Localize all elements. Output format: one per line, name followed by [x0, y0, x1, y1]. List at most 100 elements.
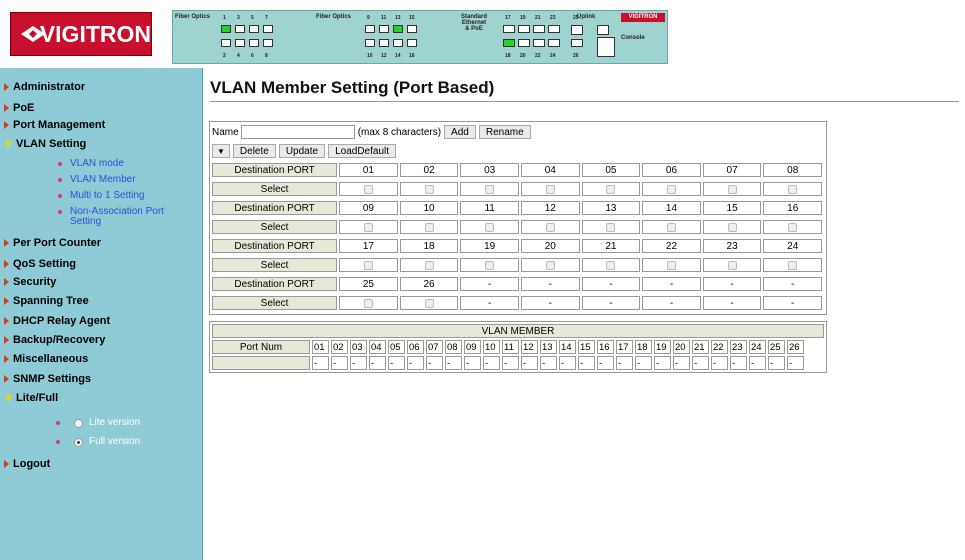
port-select-checkbox[interactable]: [485, 260, 495, 270]
member-port-value: -: [483, 356, 500, 370]
member-port-number: 08: [445, 340, 462, 354]
port-num-label: Port Num: [212, 340, 310, 354]
select-cell: [642, 182, 701, 196]
member-port-number: 17: [616, 340, 633, 354]
sidebar-sub-label: VLAN Member: [70, 174, 136, 185]
full-version-radio[interactable]: [74, 437, 83, 447]
arrow-right-icon: [4, 83, 9, 91]
port-select-checkbox[interactable]: [424, 222, 434, 232]
ethernet-port-icon: [548, 25, 560, 33]
ethernet-port-icon: [533, 25, 545, 33]
sidebar-item-per-port-counter[interactable]: Per Port Counter: [4, 237, 101, 249]
eye-logo-icon: [21, 26, 34, 42]
ethernet-port-icon: [407, 39, 417, 47]
bullet-icon: [58, 178, 62, 182]
sidebar-item-logout[interactable]: Logout: [4, 458, 50, 470]
port-select-checkbox[interactable]: [485, 222, 495, 232]
sidebar-item-administrator[interactable]: Administrator: [4, 81, 85, 93]
sidebar-sub-multi-to-1[interactable]: Multi to 1 Setting: [58, 191, 144, 201]
sidebar-item-vlan-setting[interactable]: VLAN Setting: [4, 138, 86, 150]
main-content: VLAN Member Setting (Port Based) Name (m…: [203, 68, 965, 560]
ethernet-port-icon: [235, 39, 245, 47]
member-port-number: 19: [654, 340, 671, 354]
select-cell: [339, 182, 398, 196]
port-select-checkbox[interactable]: [666, 260, 676, 270]
port-select-checkbox[interactable]: [606, 260, 616, 270]
destination-port-label: Destination PORT: [212, 163, 338, 177]
update-button[interactable]: Update: [278, 144, 326, 158]
port-select-checkbox[interactable]: [424, 260, 434, 270]
port-number-cell: 24: [763, 239, 823, 253]
destination-port-row: Destination PORT 17 18 19 20 21 22 23 24: [212, 238, 824, 254]
sidebar-item-label: Spanning Tree: [13, 295, 89, 307]
sidebar-sub-non-association[interactable]: Non-Association Port Setting: [58, 207, 178, 227]
sidebar-item-qos-setting[interactable]: QoS Setting: [4, 258, 76, 270]
panel-mini-logo: VIGITRON: [621, 13, 665, 22]
sidebar-item-label: Miscellaneous: [13, 353, 89, 365]
sidebar-sub-vlan-member[interactable]: VLAN Member: [58, 175, 136, 185]
port-select-checkbox[interactable]: [485, 184, 495, 194]
sidebar-item-snmp-settings[interactable]: SNMP Settings: [4, 373, 91, 385]
vlan-member-table: VLAN MEMBER Port Num 01 02 03 04 05 06 07 08 09 1…: [209, 321, 827, 373]
sidebar-item-lite-full[interactable]: Lite/Full: [4, 392, 58, 404]
member-port-number: 20: [673, 340, 690, 354]
port-select-checkbox[interactable]: [727, 222, 737, 232]
select-row: Select: [212, 257, 824, 273]
port-select-checkbox[interactable]: [545, 222, 555, 232]
port-select-checkbox[interactable]: [727, 260, 737, 270]
port-select-checkbox[interactable]: [788, 222, 798, 232]
ethernet-port-icon: [263, 25, 273, 33]
sidebar-item-spanning-tree[interactable]: Spanning Tree: [4, 295, 89, 307]
port-number-cell: 12: [520, 201, 580, 215]
rename-button[interactable]: Rename: [478, 125, 531, 139]
port-select-checkbox[interactable]: [545, 260, 555, 270]
port-select-checkbox[interactable]: [424, 184, 434, 194]
full-version-label: Full version: [89, 436, 141, 447]
destination-port-row: Destination PORT 25 26- - - - - -: [212, 276, 824, 292]
loaddefault-button[interactable]: LoadDefault: [328, 144, 397, 158]
port-select-checkbox[interactable]: [727, 184, 737, 194]
sidebar-item-backup-recovery[interactable]: Backup/Recovery: [4, 334, 105, 346]
port-select-checkbox[interactable]: [606, 184, 616, 194]
port-select-checkbox[interactable]: [363, 222, 373, 232]
port-number-cell: 04: [520, 163, 580, 177]
lite-version-option[interactable]: Lite version: [56, 418, 140, 428]
port-select-checkbox[interactable]: [666, 184, 676, 194]
port-select-checkbox[interactable]: [788, 184, 798, 194]
port-number-cell: 26: [399, 277, 459, 291]
port-select-checkbox[interactable]: [424, 298, 434, 308]
sidebar-item-dhcp-relay-agent[interactable]: DHCP Relay Agent: [4, 315, 110, 327]
port-select-checkbox[interactable]: [363, 260, 373, 270]
uplink-port-icon: [597, 25, 609, 35]
ethernet-port-icon: [518, 39, 530, 47]
port-select-checkbox[interactable]: [606, 222, 616, 232]
port-number-cell: -: [642, 277, 701, 291]
sidebar-item-poe[interactable]: PoE: [4, 102, 34, 114]
member-port-number: 18: [635, 340, 652, 354]
port-number-cell: 03: [460, 163, 519, 177]
select-label: Select: [212, 258, 338, 272]
ethernet-port-icon: [503, 39, 515, 47]
sidebar-item-miscellaneous[interactable]: Miscellaneous: [4, 353, 88, 365]
vlan-name-input[interactable]: [240, 125, 355, 139]
member-port-number: 10: [483, 340, 500, 354]
delete-button[interactable]: Delete: [232, 144, 276, 158]
port-select-checkbox[interactable]: [363, 298, 373, 308]
port-number-cell: 06: [642, 163, 701, 177]
port-select-checkbox[interactable]: [545, 184, 555, 194]
panel-port-number: 22: [535, 53, 541, 59]
select-cell: [702, 258, 762, 272]
select-cell: [702, 182, 762, 196]
sidebar-item-security[interactable]: Security: [4, 276, 56, 288]
port-select-checkbox[interactable]: [363, 184, 373, 194]
add-button[interactable]: Add: [444, 125, 476, 139]
lite-version-radio[interactable]: [74, 418, 83, 428]
port-select-checkbox[interactable]: [666, 222, 676, 232]
full-version-option[interactable]: Full version: [56, 437, 140, 447]
sidebar-item-port-management[interactable]: Port Management: [4, 119, 105, 131]
select-cell: [763, 182, 823, 196]
port-select-checkbox[interactable]: [788, 260, 798, 270]
vlan-select-dropdown[interactable]: ▼: [212, 144, 230, 158]
sidebar-sub-vlan-mode[interactable]: VLAN mode: [58, 159, 124, 169]
arrow-right-icon: [4, 336, 9, 344]
